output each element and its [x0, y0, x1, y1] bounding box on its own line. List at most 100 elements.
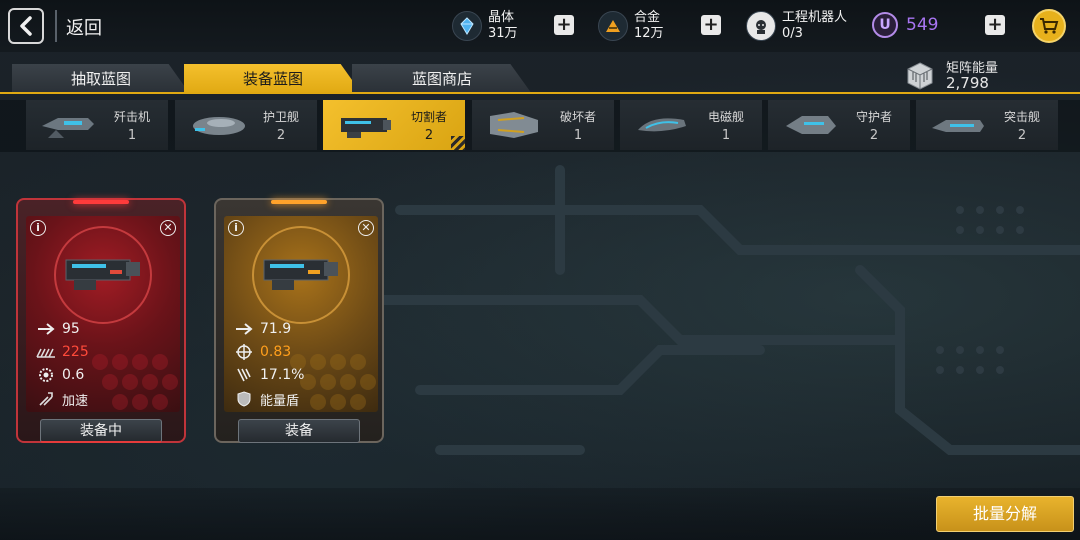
back-label[interactable]: 返回: [66, 14, 102, 40]
chevron-left-icon: [20, 16, 32, 36]
alloy-icon: [598, 11, 628, 41]
ship-type-count: 2: [1017, 128, 1027, 143]
info-icon[interactable]: i: [30, 220, 46, 236]
alloy-resource: 合金 12万: [598, 8, 664, 44]
ship-type-filter: 歼击机 1 护卫舰 2 切割者 2 破坏者 1 电磁舰 1 守护者 2 突击舰 …: [0, 100, 1080, 152]
stat-skill: 能量盾: [234, 390, 300, 409]
rarity-glow: [271, 200, 327, 204]
batch-decompose-button[interactable]: 批量分解: [936, 496, 1074, 532]
em-ship-icon: [638, 118, 686, 132]
tab-draw-blueprint[interactable]: 抽取蓝图: [12, 64, 190, 94]
matrix-energy-value: 2,798: [946, 74, 989, 92]
ship-type-count: 2: [869, 128, 879, 143]
ship-type-em-ship[interactable]: 电磁舰 1: [620, 100, 762, 150]
crystal-icon: [452, 11, 482, 41]
crystal-amount: 31万: [488, 26, 518, 41]
back-button[interactable]: [8, 8, 44, 44]
alloy-amount: 12万: [634, 26, 664, 41]
stat-value: 加速: [62, 393, 89, 409]
assault-ship-icon: [932, 120, 984, 132]
stat-value: 17.1%: [260, 367, 305, 383]
speed-arrow-icon: [234, 321, 254, 337]
ship-type-name: 歼击机: [113, 110, 150, 124]
add-alloy-button[interactable]: +: [701, 15, 721, 35]
equipped-button[interactable]: 装备中: [40, 419, 162, 443]
ship-type-count: 2: [276, 128, 286, 143]
close-icon[interactable]: ✕: [358, 220, 374, 236]
stat-damage: 225: [36, 343, 89, 361]
crystal-label: 晶体: [488, 10, 515, 25]
crit-claw-icon: [234, 367, 254, 383]
blueprint-card[interactable]: i ✕ 71.9 0.83 17.1% 能量盾 装备: [214, 198, 384, 443]
header-divider: [55, 10, 57, 42]
ship-type-count: 1: [721, 128, 731, 143]
robot-amount: 0/3: [782, 26, 803, 41]
crystal-resource: 晶体 31万: [452, 8, 518, 44]
ship-type-fighter[interactable]: 歼击机 1: [26, 100, 168, 150]
ship-type-count: 1: [127, 128, 137, 143]
fighter-ship-icon: [42, 118, 94, 138]
stat-value: 225: [62, 344, 89, 360]
robot-icon: [746, 11, 776, 41]
ship-type-count: 2: [424, 128, 434, 143]
ship-type-count: 1: [573, 128, 583, 143]
alloy-label: 合金: [634, 10, 661, 25]
ship-type-guardian[interactable]: 守护者 2: [768, 100, 910, 150]
stat-accuracy: 0.83: [234, 343, 291, 361]
bottom-bar: [0, 488, 1080, 540]
top-bar: 返回 晶体 31万 + 合金 12万 + 工程机器人 0/3 U 549 +: [0, 0, 1080, 52]
blueprint-card-equipped[interactable]: i ✕ 95 225 0.6 加速 装备中: [16, 198, 186, 443]
ship-type-cutter[interactable]: 切割者 2: [323, 100, 465, 150]
speed-arrow-icon: [36, 321, 56, 337]
stat-rate: 0.6: [36, 366, 84, 384]
ship-type-name: 破坏者: [559, 110, 596, 124]
stat-value: 0.83: [260, 344, 292, 360]
robot-label: 工程机器人: [782, 10, 848, 25]
add-u-currency-button[interactable]: +: [985, 15, 1005, 35]
ship-type-name: 突击舰: [1003, 110, 1040, 124]
cutter-ship-icon: [341, 118, 391, 138]
tab-equip-blueprint[interactable]: 装备蓝图: [184, 64, 362, 94]
card-face: i ✕ 95 225 0.6 加速: [26, 216, 180, 412]
add-crystal-button[interactable]: +: [554, 15, 574, 35]
guardian-ship-icon: [786, 116, 836, 134]
ship-type-name: 守护者: [855, 110, 892, 124]
stat-speed: 95: [36, 320, 80, 338]
u-currency-amount: 549: [906, 15, 939, 35]
robot-resource: 工程机器人 0/3: [746, 8, 847, 44]
destroyer-ship-icon: [490, 112, 538, 138]
matrix-energy: 矩阵能量 2,798: [904, 60, 998, 92]
rarity-glow: [73, 200, 129, 204]
info-icon[interactable]: i: [228, 220, 244, 236]
frigate-ship-icon: [193, 117, 245, 135]
rate-gear-icon: [36, 367, 56, 383]
hex-pattern: [92, 354, 178, 410]
cart-icon: [1040, 18, 1059, 34]
tab-blueprint-shop[interactable]: 蓝图商店: [352, 64, 532, 94]
stat-value: 71.9: [260, 321, 292, 337]
stat-skill: 加速: [36, 390, 89, 409]
ship-type-name: 护卫舰: [262, 110, 299, 124]
ship-type-name: 切割者: [410, 110, 447, 124]
stat-value: 95: [62, 321, 80, 337]
shield-icon: [234, 391, 254, 407]
stat-crit: 17.1%: [234, 366, 304, 384]
ship-type-frigate[interactable]: 护卫舰 2: [175, 100, 317, 150]
damage-bars-icon: [36, 344, 56, 360]
close-icon[interactable]: ✕: [160, 220, 176, 236]
matrix-cube-icon: [907, 62, 933, 90]
crosshair-icon: [234, 344, 254, 360]
shop-cart-button[interactable]: [1032, 9, 1066, 43]
card-face: i ✕ 71.9 0.83 17.1% 能量盾: [224, 216, 378, 412]
stat-value: 0.6: [62, 367, 85, 383]
stat-speed: 71.9: [234, 320, 291, 338]
ship-type-destroyer[interactable]: 破坏者 1: [472, 100, 614, 150]
cutter-weapon-icon: [65, 259, 140, 290]
u-currency-icon: U: [872, 12, 898, 38]
tab-underline: [0, 92, 1080, 94]
equip-button[interactable]: 装备: [238, 419, 360, 443]
boost-icon: [36, 391, 56, 407]
cutter-weapon-icon: [263, 259, 338, 290]
stat-value: 能量盾: [260, 393, 300, 409]
ship-type-assault[interactable]: 突击舰 2: [916, 100, 1058, 150]
